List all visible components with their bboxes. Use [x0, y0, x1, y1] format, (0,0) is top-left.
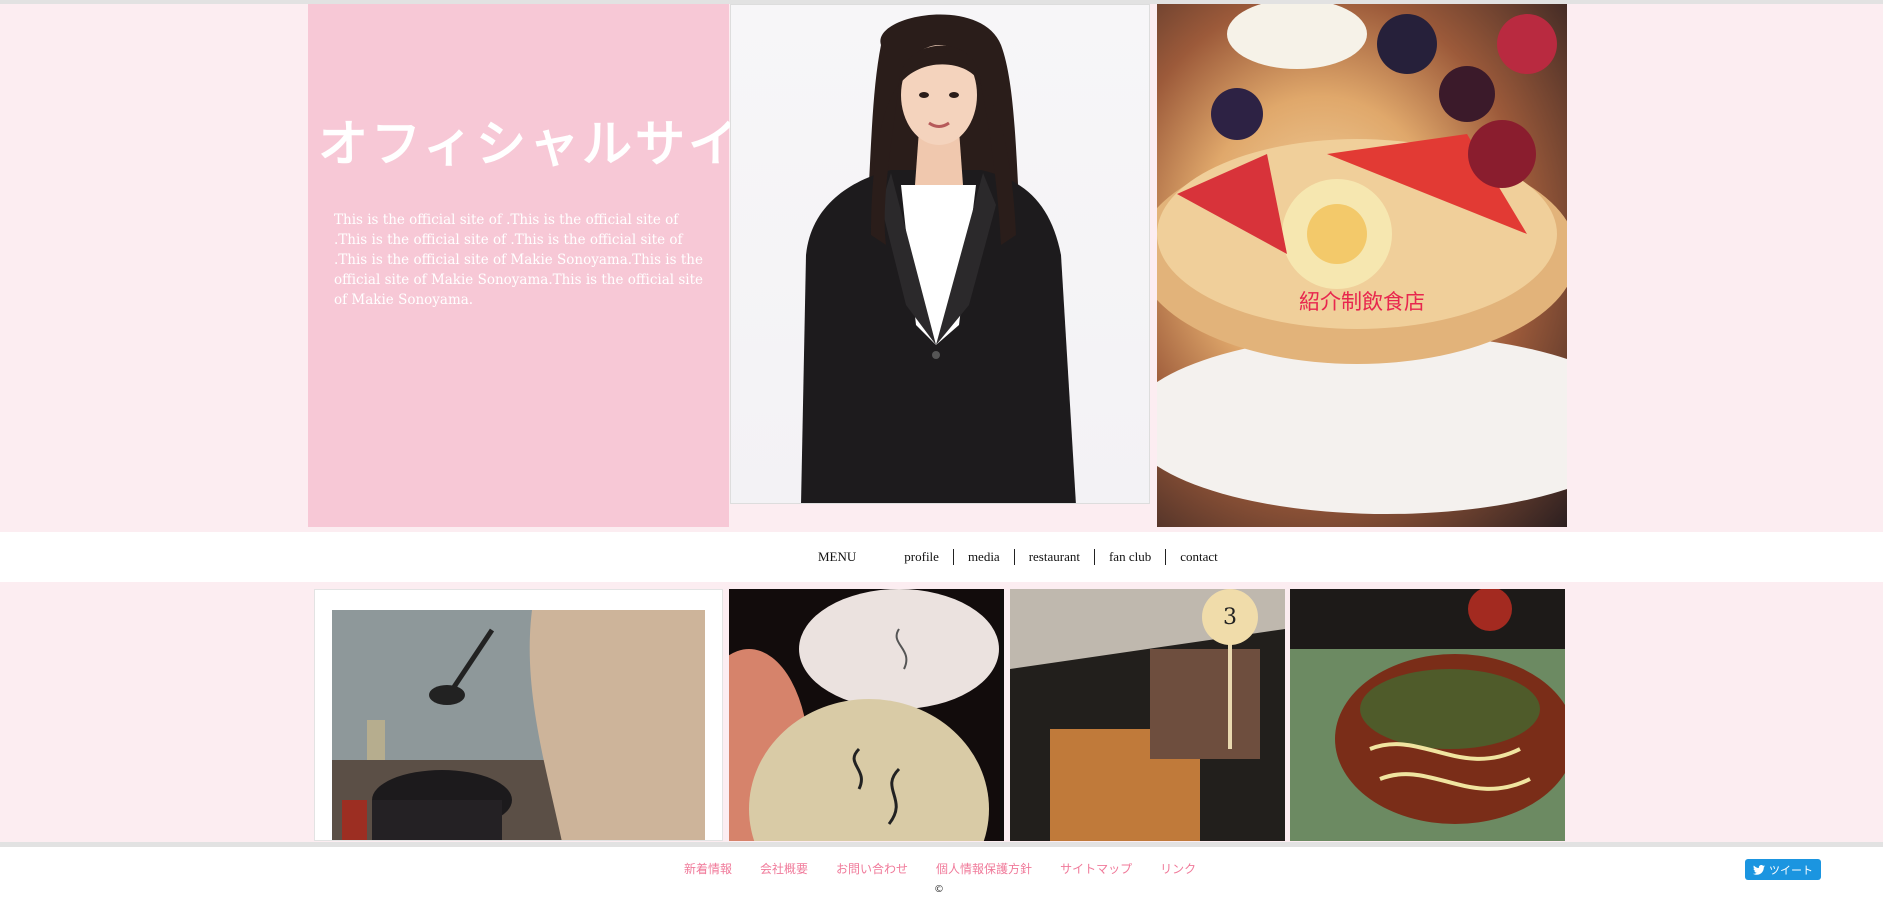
- footer-link-company[interactable]: 会社概要: [760, 860, 808, 877]
- footer-link-news[interactable]: 新着情報: [684, 860, 732, 877]
- cooking-photo-tile[interactable]: [314, 589, 723, 841]
- footer-link-privacy[interactable]: 個人情報保護方針: [936, 860, 1032, 877]
- food-photo[interactable]: 紹介制飲食店: [1157, 4, 1567, 527]
- svg-text:3: 3: [1223, 605, 1237, 630]
- restaurant-label[interactable]: 紹介制飲食店: [1157, 286, 1567, 316]
- tweet-button[interactable]: ツイート: [1745, 859, 1821, 880]
- menu-label: MENU: [818, 549, 857, 564]
- grilled-dish-illustration: [1290, 589, 1565, 841]
- hero-intro-panel: オフィシャルサイト This is the official site of .…: [308, 4, 794, 527]
- macaron-illustration: [729, 589, 999, 841]
- twitter-bird-icon: [1753, 864, 1765, 875]
- nav-item-fan-club[interactable]: fan club: [1095, 549, 1167, 565]
- nav-menu: MENU profile media restaurant fan club c…: [818, 548, 1232, 566]
- cooking-photo: [332, 610, 705, 840]
- dessert-illustration: 3: [1010, 589, 1285, 841]
- person-illustration: [801, 14, 1076, 503]
- main-nav: MENU profile media restaurant fan club c…: [0, 532, 1883, 582]
- site-title: オフィシャルサイト: [318, 114, 794, 173]
- pancake-illustration: [1157, 4, 1567, 514]
- footer: 新着情報 会社概要 お問い合わせ 個人情報保護方針 サイトマップ リンク © ツ…: [0, 847, 1883, 903]
- nav-item-profile[interactable]: profile: [890, 549, 954, 565]
- portrait-photo: [730, 4, 1150, 504]
- macaron-photo[interactable]: [729, 589, 1004, 841]
- cooking-illustration: [332, 610, 705, 840]
- dessert-photo[interactable]: 3: [1010, 589, 1285, 841]
- tweet-label: ツイート: [1769, 863, 1813, 877]
- intro-text: This is the official site of .This is th…: [334, 212, 704, 308]
- footer-link-sitemap[interactable]: サイトマップ: [1060, 860, 1132, 877]
- grilled-dish-photo[interactable]: [1290, 589, 1565, 841]
- footer-link-contact[interactable]: お問い合わせ: [836, 860, 908, 877]
- footer-link-links[interactable]: リンク: [1160, 860, 1196, 877]
- nav-item-media[interactable]: media: [954, 549, 1015, 565]
- copyright: ©: [934, 884, 944, 895]
- nav-item-contact[interactable]: contact: [1166, 549, 1232, 565]
- nav-item-restaurant[interactable]: restaurant: [1015, 549, 1095, 565]
- footer-links: 新着情報 会社概要 お問い合わせ 個人情報保護方針 サイトマップ リンク: [684, 860, 1196, 877]
